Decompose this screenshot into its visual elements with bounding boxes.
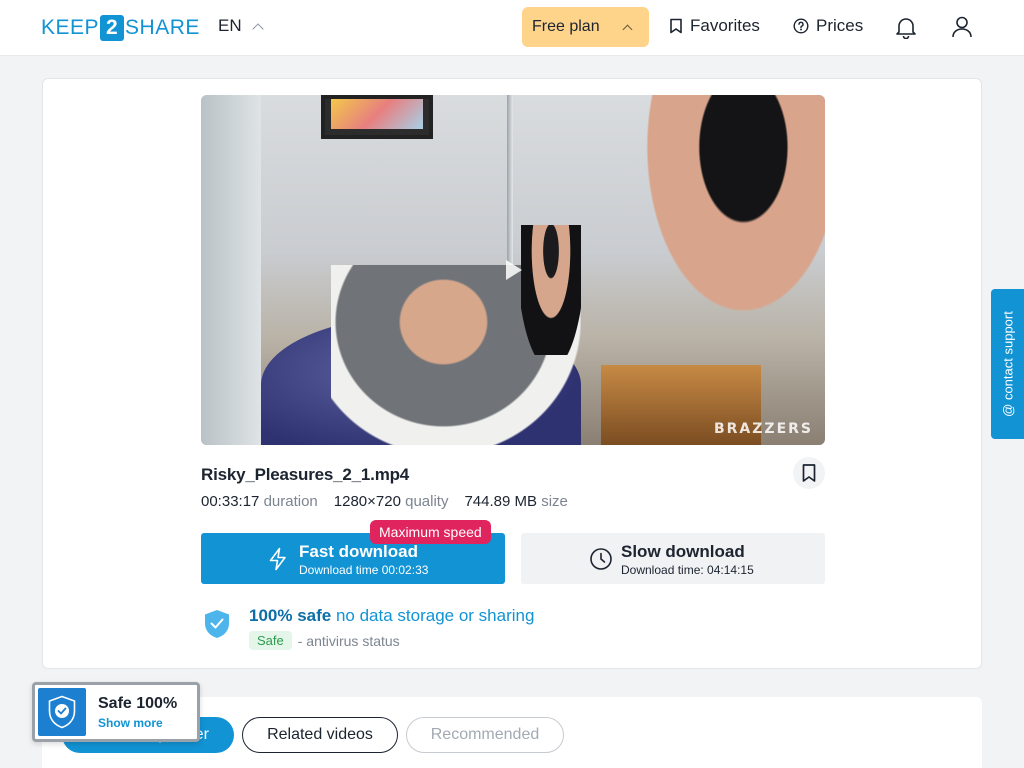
favorites-label: Favorites xyxy=(690,16,760,35)
safe-widget-badge xyxy=(38,688,86,736)
slow-download-button[interactable]: Slow download Download time: 04:14:15 xyxy=(521,533,825,584)
fast-download-label: Fast download xyxy=(299,542,418,561)
safe-widget-title: Safe 100% xyxy=(98,695,178,712)
play-icon[interactable] xyxy=(506,260,522,280)
video-scene-door xyxy=(201,95,261,445)
slow-download-label: Slow download xyxy=(621,542,745,561)
bell-icon xyxy=(896,18,916,39)
chevron-up-icon xyxy=(622,24,633,35)
video-scene-person xyxy=(521,225,581,355)
tab-recommended[interactable]: Recommended xyxy=(406,717,564,753)
clock-icon xyxy=(590,548,612,570)
bookmark-icon xyxy=(670,18,682,34)
shield-check-icon xyxy=(48,695,76,729)
safety-headline: 100% safe no data storage or sharing xyxy=(249,606,534,626)
language-label: EN xyxy=(218,16,242,35)
safety-headline-strong: 100% safe xyxy=(249,606,332,625)
fast-download-time: Download time 00:02:33 xyxy=(299,563,429,577)
logo-text-keep: KEEP xyxy=(41,16,100,39)
video-preview[interactable]: BRAZZERS xyxy=(201,95,825,445)
favorites-link[interactable]: Favorites xyxy=(669,16,760,36)
shield-check-icon xyxy=(205,610,229,638)
tab-related-videos[interactable]: Related videos xyxy=(242,717,398,753)
add-to-favorites-button[interactable] xyxy=(793,457,825,489)
contact-support-label: @ contact support xyxy=(1000,311,1015,417)
file-card: BRAZZERS Risky_Pleasures_2_1.mp4 00:33:1… xyxy=(42,78,982,669)
video-scene-painting xyxy=(321,95,433,139)
notifications-button[interactable] xyxy=(893,14,919,40)
video-watermark: BRAZZERS xyxy=(713,421,813,437)
file-duration: 00:33:17 duration xyxy=(201,493,318,510)
language-selector[interactable]: EN xyxy=(218,16,264,36)
safety-headline-light: no data storage or sharing xyxy=(335,606,535,625)
file-quality: 1280×720 quality xyxy=(333,493,449,510)
contact-support-tab[interactable]: @ contact support xyxy=(991,289,1024,439)
antivirus-badge: Safe xyxy=(249,631,292,650)
help-circle-icon xyxy=(793,18,809,34)
max-speed-badge: Maximum speed xyxy=(370,520,491,544)
logo-text-2: 2 xyxy=(100,15,125,41)
chevron-up-icon xyxy=(251,22,264,35)
site-logo[interactable]: KEEP 2 SHARE xyxy=(41,15,200,41)
file-size: 744.89 MB size xyxy=(464,493,568,510)
plan-button[interactable]: Free plan xyxy=(522,7,649,47)
slow-download-time: Download time: 04:14:15 xyxy=(621,563,754,577)
user-icon xyxy=(952,16,972,38)
account-button[interactable] xyxy=(949,14,975,40)
safe-widget-show-more[interactable]: Show more xyxy=(98,716,163,730)
safe-widget[interactable]: Safe 100% Show more xyxy=(32,682,200,742)
video-scene-person xyxy=(621,95,825,355)
prices-link[interactable]: Prices xyxy=(793,16,863,36)
antivirus-status: Safe - antivirus status xyxy=(249,631,400,650)
file-title-row: Risky_Pleasures_2_1.mp4 xyxy=(201,457,825,489)
fast-download-text: Fast download Download time 00:02:33 xyxy=(299,542,428,578)
logo-text-share: SHARE xyxy=(125,16,200,39)
slow-download-text: Slow download Download time: 04:14:15 xyxy=(621,542,754,578)
file-meta: 00:33:17 duration 1280×720 quality 744.8… xyxy=(201,493,568,510)
top-header: KEEP 2 SHARE EN Free plan Favorites Pric… xyxy=(0,0,1024,56)
file-name: Risky_Pleasures_2_1.mp4 xyxy=(201,465,410,484)
lightning-icon xyxy=(269,547,286,571)
bookmark-icon xyxy=(802,464,816,482)
plan-label: Free plan xyxy=(532,18,600,35)
prices-label: Prices xyxy=(816,16,864,35)
antivirus-text: - antivirus status xyxy=(297,632,400,649)
